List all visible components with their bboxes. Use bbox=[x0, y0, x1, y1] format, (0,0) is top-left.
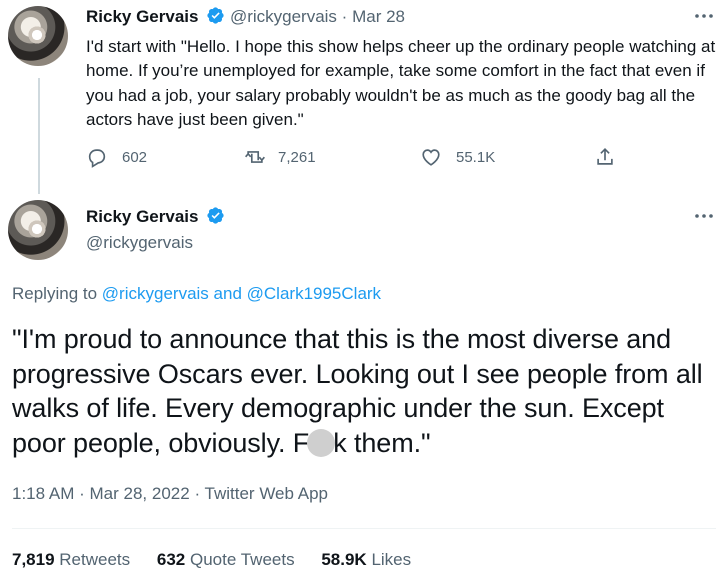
reply-count: 602 bbox=[122, 148, 148, 166]
divider bbox=[12, 528, 716, 529]
verified-badge-icon bbox=[207, 207, 224, 224]
verified-badge-icon bbox=[207, 7, 224, 24]
tweet-text-part: k them." bbox=[333, 427, 431, 458]
retweets-count: 7,819 bbox=[12, 550, 55, 569]
author-name-row: Ricky Gervais bbox=[86, 206, 225, 227]
tweet-date[interactable]: Mar 28, 2022 bbox=[90, 484, 190, 503]
likes-label: Likes bbox=[371, 550, 412, 569]
separator: · bbox=[79, 484, 85, 503]
replying-label: Replying to bbox=[12, 284, 98, 303]
like-count: 55.1K bbox=[456, 148, 496, 166]
replying-to: Replying to @rickygervais and @Clark1995… bbox=[12, 284, 381, 304]
quote-count: 632 bbox=[156, 550, 186, 569]
tweet-header: Ricky Gervais @rickygervais · Mar 28 bbox=[86, 6, 405, 27]
quote-label: Quote Tweets bbox=[190, 550, 295, 569]
mention-link[interactable]: @rickygervais bbox=[102, 284, 209, 303]
like-button[interactable]: 55.1K bbox=[420, 146, 495, 168]
tweet-time[interactable]: 1:18 AM bbox=[12, 484, 74, 503]
tweet-text: "I'm proud to announce that this is the … bbox=[12, 322, 724, 460]
retweet-icon bbox=[245, 151, 265, 163]
tweet-meta: 1:18 AM · Mar 28, 2022 · Twitter Web App bbox=[12, 484, 328, 504]
separator: · bbox=[194, 484, 201, 503]
more-icon[interactable] bbox=[694, 12, 714, 20]
retweets-label: Retweets bbox=[59, 550, 131, 569]
avatar[interactable] bbox=[8, 200, 68, 260]
likes-count: 58.9K bbox=[321, 550, 367, 569]
author-name[interactable]: Ricky Gervais bbox=[86, 7, 198, 26]
author-name[interactable]: Ricky Gervais bbox=[86, 207, 198, 226]
censor-dot bbox=[307, 428, 336, 457]
mention-link[interactable]: @Clark1995Clark bbox=[247, 284, 381, 303]
tweet-date[interactable]: Mar 28 bbox=[352, 7, 405, 26]
share-icon bbox=[597, 148, 613, 165]
retweet-count: 7,261 bbox=[278, 148, 316, 166]
tweet-source[interactable]: Twitter Web App bbox=[205, 484, 328, 503]
avatar[interactable] bbox=[8, 6, 68, 66]
tweet-actions: 602 7,261 55.1K bbox=[86, 146, 626, 172]
reply-button[interactable]: 602 bbox=[86, 146, 147, 168]
share-button[interactable] bbox=[594, 146, 616, 168]
separator: · bbox=[341, 7, 348, 26]
tweet-text: I'd start with "Hello. I hope this show … bbox=[86, 37, 716, 130]
more-icon[interactable] bbox=[694, 212, 714, 220]
reply-icon bbox=[88, 149, 106, 168]
retweet-button[interactable]: 7,261 bbox=[244, 146, 316, 168]
thread-line bbox=[38, 78, 40, 194]
retweets-stat[interactable]: 7,819 Retweets bbox=[12, 550, 130, 569]
author-handle[interactable]: @rickygervais bbox=[86, 233, 193, 253]
like-icon bbox=[422, 149, 440, 166]
likes-stat[interactable]: 58.9K Likes bbox=[321, 550, 411, 569]
author-handle[interactable]: @rickygervais bbox=[230, 7, 337, 26]
replying-and[interactable]: and bbox=[214, 284, 242, 303]
tweet-stats: 7,819 Retweets 632 Quote Tweets 58.9K Li… bbox=[12, 550, 433, 570]
quote-tweets-stat[interactable]: 632 Quote Tweets bbox=[157, 550, 295, 569]
